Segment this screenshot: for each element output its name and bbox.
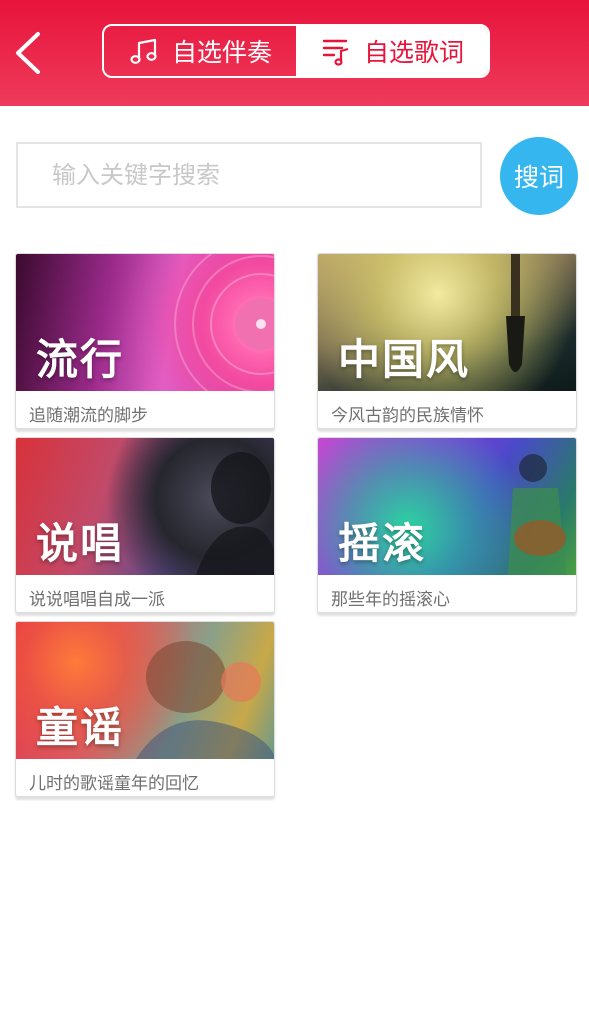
tab-custom-lyrics[interactable]: 自选歌词 <box>296 26 488 76</box>
search-field <box>16 142 482 208</box>
category-card-rock[interactable]: 摇滚 那些年的摇滚心 <box>317 437 577 613</box>
category-image: 中国风 <box>318 254 576 391</box>
category-subtitle: 那些年的摇滚心 <box>331 590 450 610</box>
category-title: 童谣 <box>36 703 125 752</box>
category-image: 童谣 <box>16 622 274 759</box>
tab-label: 自选伴奏 <box>171 38 272 67</box>
category-title: 摇滚 <box>338 519 427 568</box>
back-arrow-icon <box>16 32 40 74</box>
category-subtitle: 说说唱唱自成一派 <box>29 590 165 610</box>
category-title: 说唱 <box>36 519 125 568</box>
tab-custom-accompaniment[interactable]: 自选伴奏 <box>104 26 296 76</box>
category-subtitle: 儿时的歌谣童年的回忆 <box>29 774 199 794</box>
category-title: 中国风 <box>338 335 471 384</box>
category-title: 流行 <box>36 335 125 384</box>
top-bar: 自选伴奏 自选歌词 <box>0 0 589 106</box>
mode-switch: 自选伴奏 自选歌词 <box>102 24 490 78</box>
category-subtitle: 追随潮流的脚步 <box>29 406 148 426</box>
tab-label: 自选歌词 <box>363 38 464 67</box>
category-image: 流行 <box>16 254 274 391</box>
back-button[interactable] <box>12 30 46 76</box>
search-input[interactable] <box>18 144 480 206</box>
category-card-chinese-style[interactable]: 中国风 今风古韵的民族情怀 <box>317 253 577 429</box>
search-button[interactable]: 搜词 <box>500 137 578 215</box>
lyrics-icon <box>322 39 349 66</box>
category-card-rap[interactable]: 说唱 说说唱唱自成一派 <box>15 437 275 613</box>
category-card-pop[interactable]: 流行 追随潮流的脚步 <box>15 253 275 429</box>
category-subtitle: 今风古韵的民族情怀 <box>331 406 484 426</box>
category-image: 摇滚 <box>318 438 576 575</box>
category-image: 说唱 <box>16 438 274 575</box>
category-card-nursery-rhymes[interactable]: 童谣 儿时的歌谣童年的回忆 <box>15 621 275 797</box>
music-note-icon <box>130 38 157 64</box>
